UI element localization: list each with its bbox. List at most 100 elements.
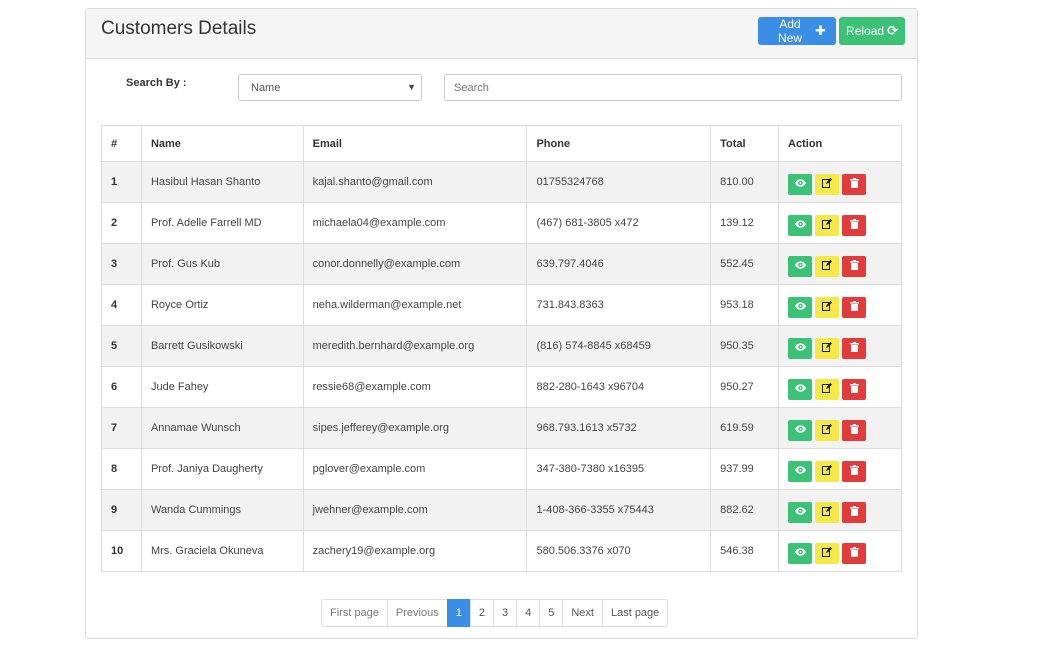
cell-email: pglover@example.com	[302, 448, 528, 490]
edit-icon	[822, 259, 833, 273]
row-actions	[788, 296, 867, 318]
column-header-name: Name	[140, 125, 304, 162]
cell-email: kajal.shanto@gmail.com	[302, 161, 528, 203]
reload-label: Reload	[846, 24, 885, 38]
cell-email: jwehner@example.com	[302, 489, 528, 531]
edit-button[interactable]	[815, 255, 840, 277]
cell-email: michaela04@example.com	[302, 202, 528, 244]
cell-total: 619.59	[710, 407, 780, 449]
delete-button[interactable]	[842, 542, 867, 564]
eye-icon	[794, 547, 806, 559]
view-button[interactable]	[788, 501, 813, 523]
next-page-button[interactable]: Next	[562, 599, 603, 627]
cell-total: 810.00	[710, 161, 780, 203]
edit-button[interactable]	[815, 501, 840, 523]
edit-button[interactable]	[815, 296, 840, 318]
add-new-button[interactable]: Add New ✚	[758, 17, 836, 45]
cell-number: 10	[101, 530, 142, 572]
page-button-4[interactable]: 4	[516, 599, 541, 627]
column-header-phone: Phone	[526, 125, 712, 162]
customers-panel: Customers Details Add New ✚ Reload ⟳ Sea…	[85, 8, 918, 639]
row-actions	[788, 337, 867, 359]
cell-name: Prof. Janiya Daugherty	[140, 448, 304, 490]
cell-email: conor.donnelly@example.com	[302, 243, 528, 285]
table-header-row: # Name Email Phone Total Action	[101, 125, 902, 162]
row-actions	[788, 501, 867, 523]
delete-button[interactable]	[842, 501, 867, 523]
view-button[interactable]	[788, 173, 813, 195]
cell-action	[778, 161, 902, 203]
reload-button[interactable]: Reload ⟳	[839, 17, 905, 45]
delete-button[interactable]	[842, 214, 867, 236]
edit-button[interactable]	[815, 542, 840, 564]
cell-phone: 882-280-1643 x96704	[526, 366, 712, 408]
delete-button[interactable]	[842, 173, 867, 195]
page-button-5[interactable]: 5	[539, 599, 564, 627]
cell-total: 950.27	[710, 366, 780, 408]
search-by-select[interactable]: Name ▼	[238, 74, 422, 101]
trash-icon	[849, 382, 859, 396]
eye-icon	[794, 383, 806, 395]
cell-number: 8	[101, 448, 142, 490]
view-button[interactable]	[788, 214, 813, 236]
cell-phone: 580.506.3376 x070	[526, 530, 712, 572]
cell-email: ressie68@example.com	[302, 366, 528, 408]
cell-phone: 639.797.4046	[526, 243, 712, 285]
edit-button[interactable]	[815, 378, 840, 400]
cell-name: Annamae Wunsch	[140, 407, 304, 449]
edit-button[interactable]	[815, 337, 840, 359]
last-page-button[interactable]: Last page	[601, 599, 669, 627]
delete-button[interactable]	[842, 337, 867, 359]
cell-name: Prof. Gus Kub	[140, 243, 304, 285]
delete-button[interactable]	[842, 296, 867, 318]
eye-icon	[794, 424, 806, 436]
edit-button[interactable]	[815, 460, 840, 482]
cell-action	[778, 202, 902, 244]
table-row: 5 Barrett Gusikowski meredith.bernhard@exa…	[101, 325, 902, 367]
table-row: 6 Jude Fahey ressie68@example.com 882-280-1…	[101, 366, 902, 408]
page-button-1[interactable]: 1	[446, 599, 471, 627]
delete-button[interactable]	[842, 419, 867, 441]
cell-phone: (467) 681-3805 x472	[526, 202, 712, 244]
first-page-button[interactable]: First page	[321, 599, 388, 627]
edit-icon	[822, 464, 833, 478]
table-row: 4 Royce Ortiz neha.wilderman@example.net 73…	[101, 284, 902, 326]
view-button[interactable]	[788, 255, 813, 277]
cell-phone: 347-380-7380 x16395	[526, 448, 712, 490]
cell-number: 9	[101, 489, 142, 531]
delete-button[interactable]	[842, 460, 867, 482]
table-row: 9 Wanda Cummings jwehner@example.com 1-408-…	[101, 489, 902, 531]
cell-action	[778, 243, 902, 285]
view-button[interactable]	[788, 542, 813, 564]
search-input[interactable]	[444, 74, 902, 101]
row-actions	[788, 173, 867, 195]
edit-button[interactable]	[815, 419, 840, 441]
cell-name: Jude Fahey	[140, 366, 304, 408]
cell-phone: (816) 574-8845 x68459	[526, 325, 712, 367]
refresh-icon: ⟳	[887, 23, 898, 38]
page-button-3[interactable]: 3	[492, 599, 518, 627]
view-button[interactable]	[788, 337, 813, 359]
cell-action	[778, 284, 902, 326]
table-row: 8 Prof. Janiya Daugherty pglover@example.c…	[101, 448, 902, 490]
eye-icon	[794, 301, 806, 313]
cell-total: 546.38	[710, 530, 780, 572]
edit-button[interactable]	[815, 214, 840, 236]
cell-total: 937.99	[710, 448, 780, 490]
page-button-2[interactable]: 2	[469, 599, 494, 627]
pagination: First page Previous 1 2 3 4 5 Next Last …	[321, 599, 669, 627]
delete-button[interactable]	[842, 378, 867, 400]
view-button[interactable]	[788, 460, 813, 482]
view-button[interactable]	[788, 419, 813, 441]
edit-button[interactable]	[815, 173, 840, 195]
edit-icon	[822, 546, 833, 560]
edit-icon	[822, 300, 833, 314]
edit-icon	[822, 423, 833, 437]
previous-page-button[interactable]: Previous	[386, 599, 448, 627]
view-button[interactable]	[788, 378, 813, 400]
view-button[interactable]	[788, 296, 813, 318]
search-by-label: Search By :	[126, 77, 187, 89]
panel-header: Customers Details Add New ✚ Reload ⟳	[86, 9, 917, 59]
trash-icon	[849, 300, 859, 314]
delete-button[interactable]	[842, 255, 867, 277]
